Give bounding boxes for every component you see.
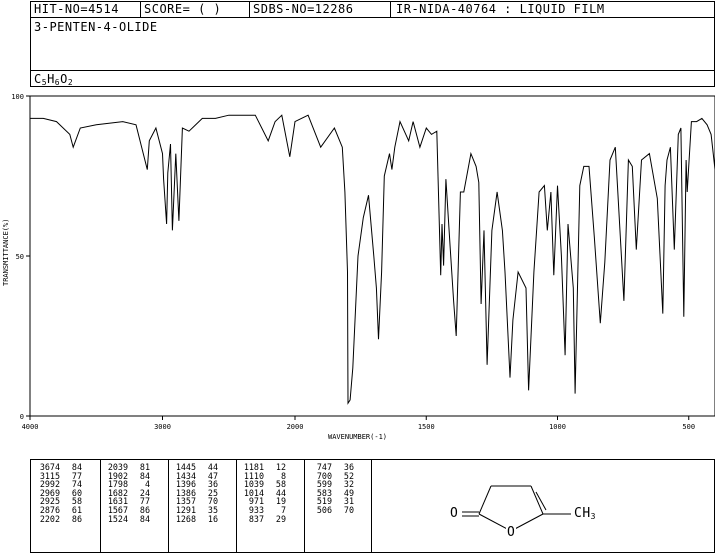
- peak-transmittance: 84: [139, 513, 150, 524]
- peak-wavenumber: 506: [316, 504, 332, 515]
- peak-table-column: 1445 44 1434 47 1396 36 1386 25 1357 70 1291 35 1268…: [172, 463, 218, 523]
- peak-table-row: 506 70: [308, 506, 354, 515]
- x-tick-label: 1000: [549, 423, 566, 431]
- peak-wavenumber: 837: [248, 513, 264, 524]
- ir-spectrum-chart: 4000 3000 2000 1500 1000 500 0 50 100: [11, 93, 715, 431]
- peak-table-column: 3674 84 3115 77 2992 74 2969 60 2925 58 2876 61 2202…: [36, 463, 82, 523]
- peak-table-row: 837 29: [240, 513, 286, 524]
- x-tick-label: 500: [682, 423, 695, 431]
- peak-wavenumber: 1268: [175, 513, 196, 524]
- peak-wavenumber: 1524: [107, 513, 128, 524]
- peak-table-divider: [304, 459, 305, 553]
- x-axis-label: WAVENUMBER(-1): [328, 433, 388, 441]
- peak-table-column: 2039 81 1902 84 1798 4 1682 24 1631 77 1567 86 1524 8…: [104, 463, 150, 523]
- peak-table-column: 1181 12 1110 8 1039 58 1014 44 971 19 933 7 837 29: [240, 463, 286, 523]
- peak-table-row: 2202 86: [36, 513, 82, 524]
- y-axis-label: TRANSMITTANCE(%): [2, 218, 10, 286]
- peak-table-row: 1268 16: [172, 513, 218, 524]
- y-tick-label: 100: [11, 93, 24, 101]
- peak-table-row: 1524 84: [104, 513, 150, 524]
- peak-transmittance: 16: [207, 513, 218, 524]
- methyl-label: CH3: [574, 506, 596, 522]
- peak-transmittance: 70: [343, 504, 354, 515]
- peak-transmittance: 86: [71, 513, 82, 524]
- carbonyl-oxygen-label: O: [450, 506, 459, 521]
- x-tick-label: 3000: [154, 423, 171, 431]
- peak-transmittance: 29: [275, 513, 286, 524]
- y-tick-label: 0: [20, 413, 24, 421]
- y-tick-label: 50: [16, 253, 24, 261]
- structure-drawing: [462, 485, 571, 532]
- peak-table-divider: [100, 459, 101, 553]
- peak-wavenumber: 2202: [39, 513, 60, 524]
- x-tick-label: 4000: [22, 423, 39, 431]
- spectrum-series: [30, 114, 715, 405]
- x-tick-label: 2000: [287, 423, 304, 431]
- plot-frame: [29, 95, 715, 417]
- peak-table-divider: [236, 459, 237, 553]
- peak-table-column: 747 36 700 52 599 32 583 49 519 31 506 70: [308, 463, 354, 515]
- ring-oxygen-label: O: [506, 525, 517, 540]
- x-tick-label: 1500: [418, 423, 435, 431]
- peak-table-divider: [168, 459, 169, 553]
